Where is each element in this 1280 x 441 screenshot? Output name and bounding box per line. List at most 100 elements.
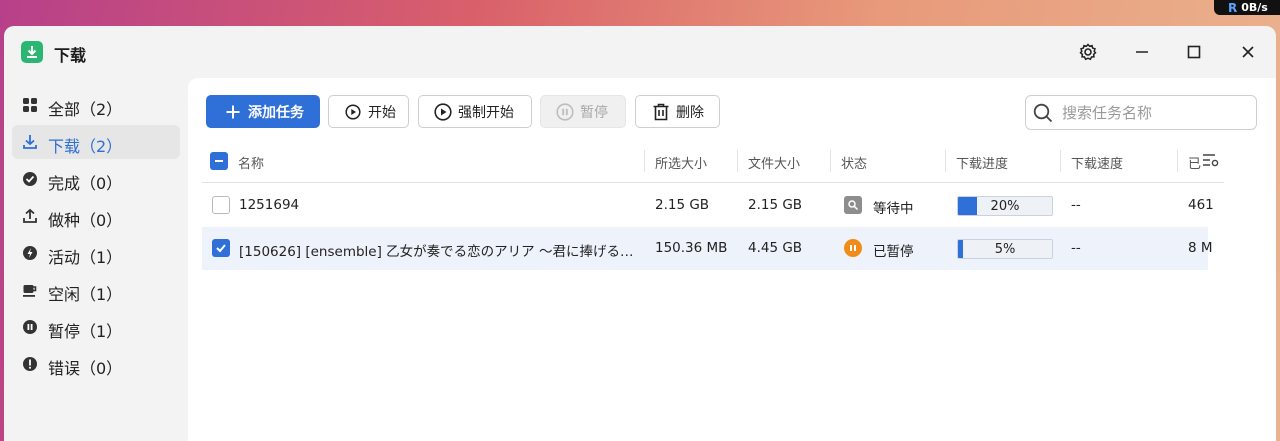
column-divider[interactable] bbox=[644, 150, 645, 172]
maximize-icon bbox=[1187, 45, 1201, 59]
column-divider[interactable] bbox=[1177, 150, 1178, 172]
task-selected-size: 2.15 GB bbox=[655, 197, 710, 213]
task-status: 等待中 bbox=[873, 201, 914, 217]
sidebar-item-error[interactable]: 错误（0） bbox=[12, 347, 180, 381]
select-all-checkbox[interactable] bbox=[210, 152, 228, 170]
column-header-file-size[interactable]: 文件大小 bbox=[748, 153, 800, 172]
progress-bar: 5% bbox=[957, 239, 1053, 259]
column-header-progress[interactable]: 下载进度 bbox=[956, 153, 1008, 172]
delete-label: 删除 bbox=[676, 104, 704, 121]
paused-status-icon bbox=[844, 239, 862, 257]
sidebar-item-downloading[interactable]: 下载（2） bbox=[12, 125, 180, 159]
pause-circle-icon bbox=[556, 102, 574, 121]
task-name: [150626] [ensemble] 乙女が奏でる恋のアリア ～君に捧げるア… bbox=[239, 244, 639, 260]
task-downloaded: 461 bbox=[1188, 197, 1214, 213]
sidebar-item-label: 下载（2） bbox=[48, 137, 123, 156]
pause-label: 暂停 bbox=[580, 104, 608, 121]
sidebar-item-completed[interactable]: 完成（0） bbox=[12, 162, 180, 196]
add-task-label: 添加任务 bbox=[248, 104, 304, 121]
check-circle-icon bbox=[22, 171, 38, 187]
delete-button[interactable]: 删除 bbox=[635, 95, 720, 128]
sidebar-item-idle[interactable]: 空闲（1） bbox=[12, 273, 180, 307]
sidebar-item-label: 全部（2） bbox=[48, 100, 123, 119]
column-header-status[interactable]: 状态 bbox=[841, 153, 867, 172]
task-selected-size: 150.36 MB bbox=[655, 240, 728, 256]
close-icon bbox=[1242, 46, 1254, 58]
trash-icon bbox=[652, 103, 670, 121]
column-header-downloaded[interactable]: 已 bbox=[1188, 153, 1201, 172]
row-checkbox[interactable] bbox=[212, 239, 230, 257]
play-circle-icon bbox=[344, 103, 362, 121]
column-divider[interactable] bbox=[1060, 150, 1061, 172]
progress-bar: 20% bbox=[957, 196, 1053, 216]
settings-button[interactable] bbox=[1076, 40, 1100, 64]
pause-circle-icon bbox=[22, 319, 38, 335]
add-task-button[interactable]: 添加任务 bbox=[206, 95, 320, 128]
task-speed: -- bbox=[1071, 240, 1081, 256]
table-header: 名称 所选大小 文件大小 状态 下载进度 下载速度 已 bbox=[202, 141, 1224, 183]
sidebar-item-active[interactable]: 活动（1） bbox=[12, 236, 180, 270]
net-speed-icon: R bbox=[1228, 0, 1238, 15]
progress-label: 5% bbox=[994, 242, 1016, 257]
task-downloaded: 8 M bbox=[1188, 240, 1213, 256]
app-download-icon bbox=[21, 41, 43, 63]
column-divider[interactable] bbox=[830, 150, 831, 172]
pause-button[interactable]: 暂停 bbox=[540, 95, 626, 128]
table-row[interactable]: 1251694 2.15 GB 2.15 GB 等待中 20% -- 461 bbox=[202, 184, 1214, 227]
column-divider[interactable] bbox=[945, 150, 946, 172]
progress-label: 20% bbox=[990, 199, 1020, 214]
download-icon bbox=[22, 134, 38, 150]
task-file-size: 4.45 GB bbox=[748, 240, 803, 256]
column-header-name[interactable]: 名称 bbox=[238, 153, 264, 172]
sidebar-item-label: 空闲（1） bbox=[48, 285, 123, 304]
gear-icon bbox=[1079, 43, 1097, 61]
search-input[interactable] bbox=[1062, 103, 1242, 123]
sidebar-item-paused[interactable]: 暂停（1） bbox=[12, 310, 180, 344]
column-settings-button[interactable] bbox=[1202, 153, 1220, 169]
play-circle-icon bbox=[434, 102, 452, 121]
sidebar: 全部（2） 下载（2） 完成（0） 做种（0） 活动（1） 空闲（1） 暂停（1… bbox=[4, 88, 188, 384]
task-search-box[interactable] bbox=[1025, 95, 1257, 130]
column-settings-icon bbox=[1203, 154, 1219, 167]
maximize-button[interactable] bbox=[1182, 40, 1206, 64]
check-icon bbox=[216, 244, 226, 253]
plus-icon bbox=[224, 103, 242, 121]
task-name: 1251694 bbox=[239, 197, 300, 213]
minimize-icon bbox=[1136, 51, 1148, 53]
close-button[interactable] bbox=[1236, 40, 1260, 64]
minimize-button[interactable] bbox=[1130, 40, 1154, 64]
net-speed-value: 0B/s bbox=[1241, 1, 1268, 14]
sidebar-item-label: 做种（0） bbox=[48, 211, 123, 230]
task-status: 已暂停 bbox=[873, 244, 914, 260]
waiting-status-icon bbox=[844, 196, 862, 214]
indeterminate-icon bbox=[215, 160, 223, 162]
column-divider[interactable] bbox=[737, 150, 738, 172]
row-checkbox[interactable] bbox=[212, 196, 230, 214]
start-label: 开始 bbox=[368, 104, 396, 121]
sidebar-item-label: 完成（0） bbox=[48, 174, 123, 193]
activity-icon bbox=[22, 245, 38, 261]
upload-icon bbox=[22, 208, 38, 224]
sidebar-item-label: 暂停（1） bbox=[48, 322, 123, 341]
search-icon bbox=[1033, 103, 1053, 127]
start-button[interactable]: 开始 bbox=[328, 95, 409, 128]
sidebar-item-label: 错误（0） bbox=[48, 359, 123, 378]
sidebar-item-seeding[interactable]: 做种（0） bbox=[12, 199, 180, 233]
sidebar-item-all[interactable]: 全部（2） bbox=[12, 88, 180, 122]
network-speed-badge: R 0B/s bbox=[1214, 0, 1280, 15]
table-row[interactable]: [150626] [ensemble] 乙女が奏でる恋のアリア ～君に捧げるア…… bbox=[202, 227, 1213, 270]
error-icon bbox=[22, 356, 38, 372]
task-speed: -- bbox=[1071, 197, 1081, 213]
force-start-button[interactable]: 强制开始 bbox=[418, 95, 532, 128]
grid-icon bbox=[22, 97, 38, 113]
force-start-label: 强制开始 bbox=[458, 104, 514, 121]
window-title: 下载 bbox=[54, 46, 87, 65]
column-header-speed[interactable]: 下载速度 bbox=[1071, 153, 1123, 172]
column-header-selected-size[interactable]: 所选大小 bbox=[655, 153, 707, 172]
title-bar: 下载 bbox=[4, 26, 1276, 76]
download-window: 下载 全部（2） 下载（2） 完成（0） 做种（0） 活动（1） 空闲（1） 暂… bbox=[4, 26, 1276, 441]
task-file-size: 2.15 GB bbox=[748, 197, 803, 213]
main-panel: 添加任务 开始 强制开始 暂停 删除 名称 所选大小 bbox=[188, 78, 1276, 441]
sidebar-item-label: 活动（1） bbox=[48, 248, 123, 267]
cup-icon bbox=[22, 282, 38, 298]
